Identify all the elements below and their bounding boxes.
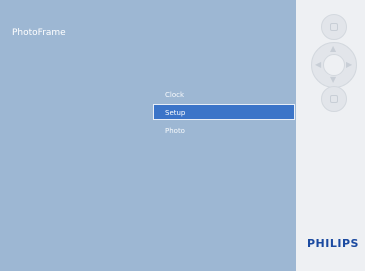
photoframe-screen: PhotoFrame Clock Setup Photo: [0, 0, 296, 271]
menu-item-clock[interactable]: Clock: [153, 86, 295, 102]
arrow-left-icon[interactable]: ◀: [315, 61, 321, 69]
control-panel: ▲ ▼ ◀ ▶ PHILIPS: [296, 0, 365, 271]
slideshow-button[interactable]: [321, 14, 347, 40]
philips-logo: PHILIPS: [307, 237, 359, 250]
dpad-center-button[interactable]: [323, 54, 345, 76]
menu-icon: [330, 95, 338, 103]
slideshow-icon: [330, 23, 338, 31]
main-menu: Clock Setup Photo: [153, 86, 295, 140]
screen-title: PhotoFrame: [12, 28, 66, 38]
arrow-down-icon[interactable]: ▼: [330, 76, 336, 84]
dpad-navigation[interactable]: ▲ ▼ ◀ ▶: [311, 42, 357, 88]
menu-button[interactable]: [321, 86, 347, 112]
menu-item-photo[interactable]: Photo: [153, 122, 295, 138]
arrow-up-icon[interactable]: ▲: [330, 45, 336, 53]
menu-item-setup[interactable]: Setup: [153, 104, 295, 120]
arrow-right-icon[interactable]: ▶: [346, 61, 352, 69]
